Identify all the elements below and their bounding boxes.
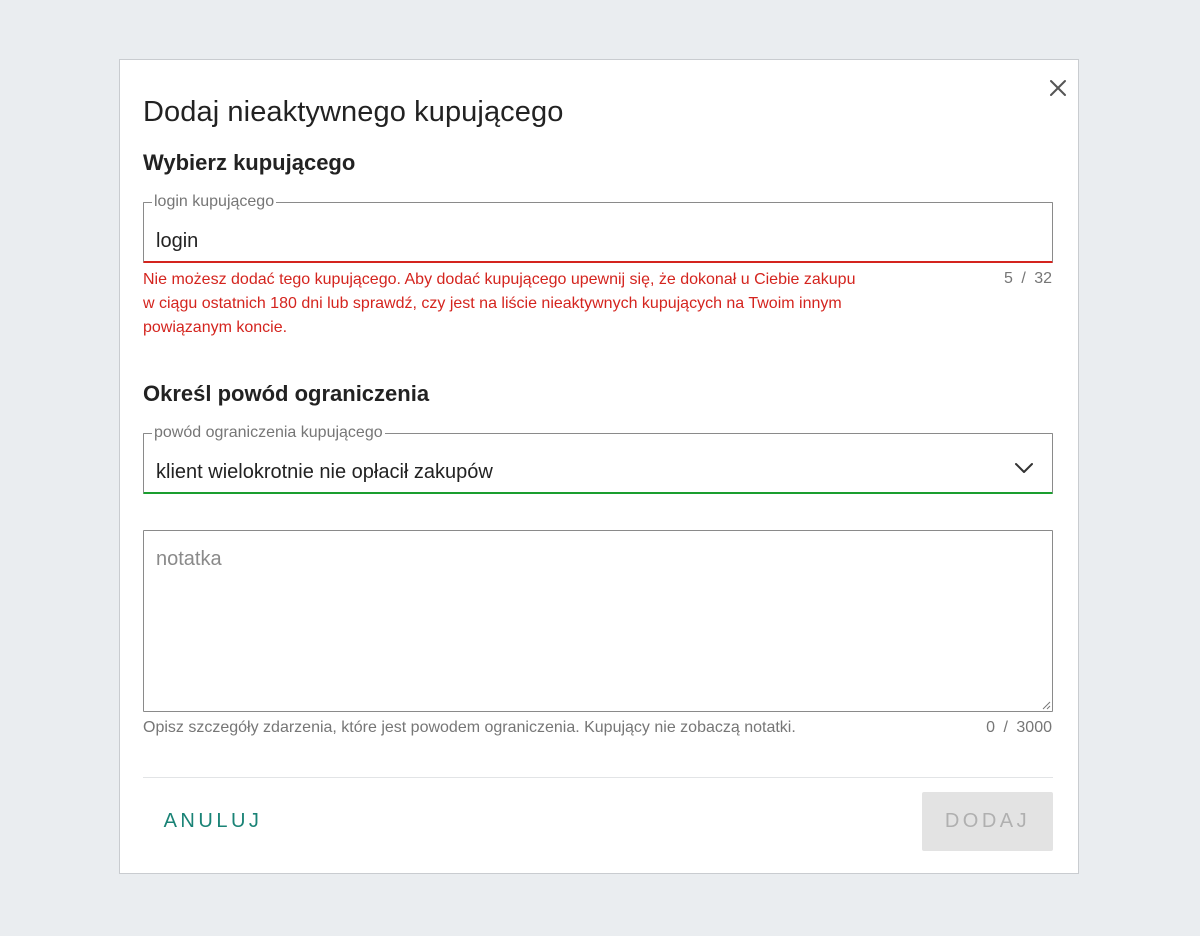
close-icon — [1050, 80, 1066, 96]
buyer-login-label: login kupującego — [154, 193, 275, 210]
resize-handle-icon[interactable] — [1041, 700, 1051, 710]
restriction-reason-label: powód ograniczenia kupującego — [154, 424, 383, 441]
note-char-counter: 0 / 3000 — [986, 719, 1052, 736]
add-inactive-buyer-dialog: Dodaj nieaktywnego kupującego Wybierz ku… — [119, 59, 1079, 874]
note-placeholder: notatka — [156, 548, 222, 570]
buyer-login-field[interactable]: login kupującego login — [143, 194, 1053, 263]
close-button[interactable] — [1047, 77, 1069, 99]
add-button[interactable]: DODAJ — [922, 792, 1053, 851]
footer-divider — [143, 777, 1053, 778]
note-textarea[interactable]: notatka — [143, 530, 1053, 712]
login-char-counter: 5 / 32 — [1003, 270, 1052, 287]
dialog-title: Dodaj nieaktywnego kupującego — [143, 96, 564, 128]
buyer-section-title: Wybierz kupującego — [143, 150, 356, 175]
reason-section-title: Określ powód ograniczenia — [143, 381, 430, 406]
buyer-login-input[interactable]: login — [156, 230, 198, 253]
chevron-down-icon — [1015, 463, 1033, 473]
restriction-reason-select[interactable]: powód ograniczenia kupującego klient wie… — [143, 425, 1053, 494]
restriction-reason-value: klient wielokrotnie nie opłacił zakupów — [156, 461, 493, 483]
note-helper-text: Opisz szczegóły zdarzenia, które jest po… — [143, 719, 796, 736]
login-error-message: Nie możesz dodać tego kupującego. Aby do… — [143, 271, 856, 336]
cancel-button[interactable]: ANULUJ — [143, 792, 283, 851]
